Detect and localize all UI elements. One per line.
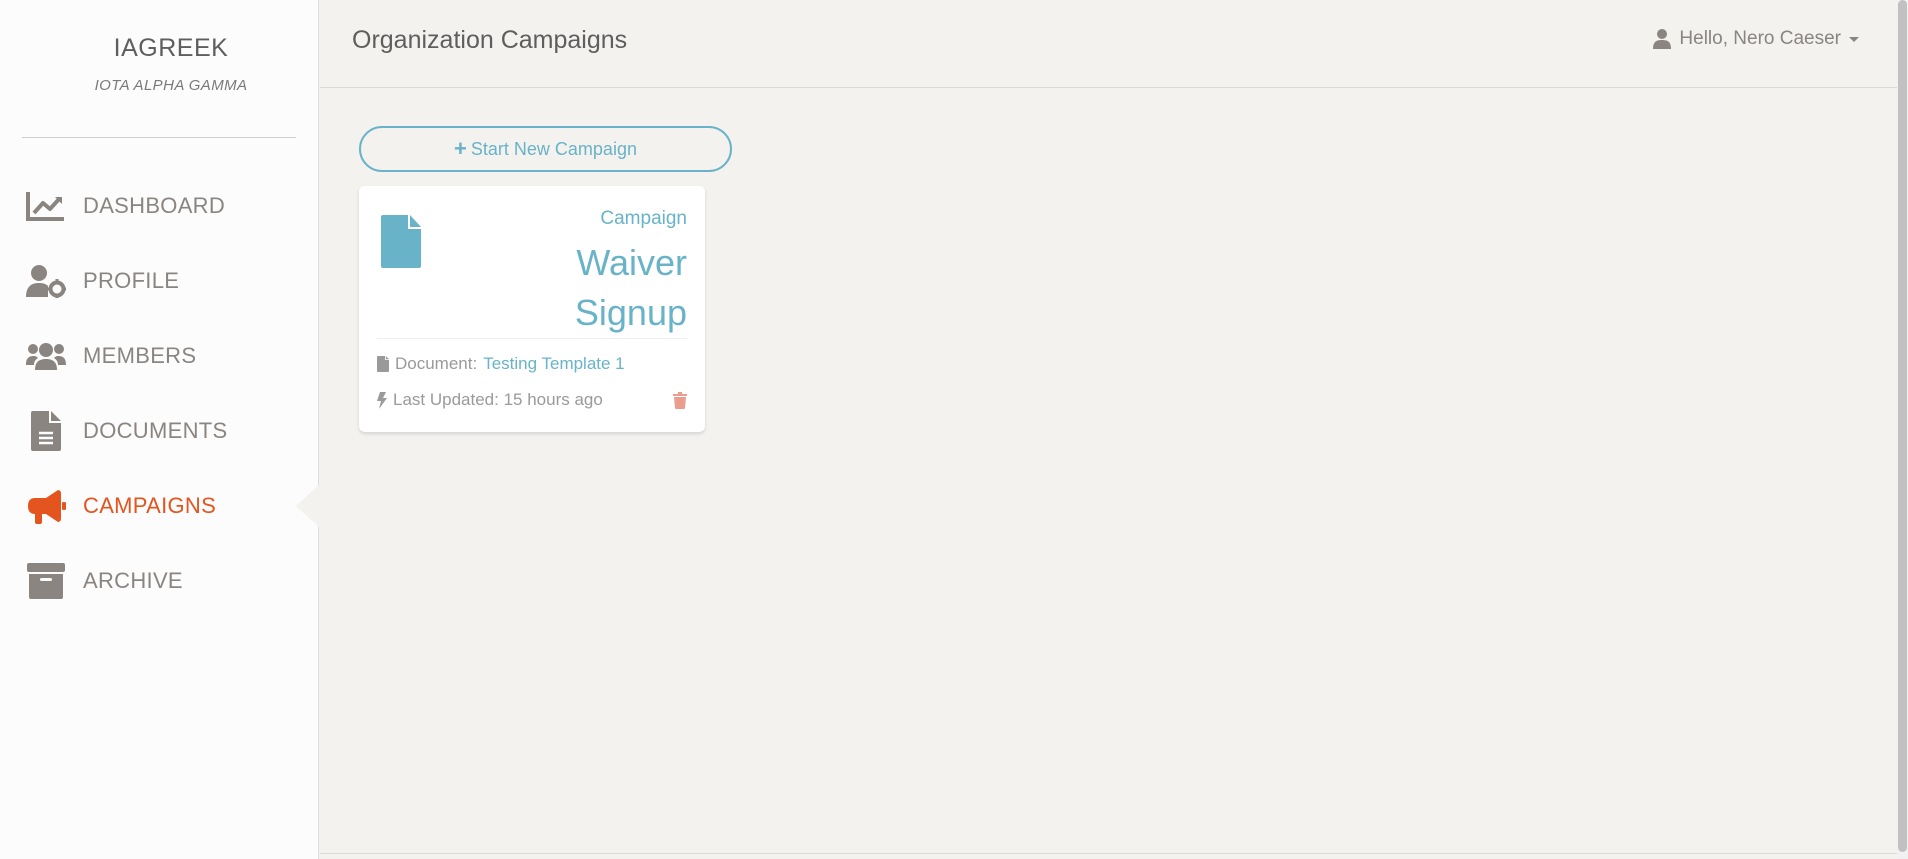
sidebar-item-profile[interactable]: PROFILE [0, 253, 319, 309]
document-icon [26, 411, 66, 451]
campaign-document-row: Document: Testing Template 1 [377, 354, 625, 374]
sidebar-item-label: CAMPAIGNS [83, 493, 217, 518]
document-link[interactable]: Testing Template 1 [483, 354, 624, 374]
sidebar-item-documents[interactable]: DOCUMENTS [0, 403, 319, 459]
brand-subtitle: IOTA ALPHA GAMMA [94, 77, 248, 94]
sidebar-item-archive[interactable]: ARCHIVE [0, 553, 319, 609]
chart-line-icon [26, 186, 66, 226]
file-icon [381, 215, 421, 273]
campaign-card[interactable]: Campaign Waiver Signup Document: Testing… [359, 186, 705, 432]
last-updated-text: Last Updated: 15 hours ago [393, 390, 603, 409]
sidebar-divider [22, 137, 296, 138]
page-scrollbar[interactable] [1897, 0, 1908, 859]
sidebar-item-label: DASHBOARD [83, 193, 226, 218]
sidebar-item-label: ARCHIVE [83, 568, 183, 593]
user-menu-dropdown[interactable]: Hello, Nero Caeser [1653, 28, 1859, 50]
campaign-kicker: Campaign [600, 208, 687, 229]
card-divider [377, 338, 687, 339]
sidebar-item-label: PROFILE [83, 268, 180, 293]
chevron-down-icon [1849, 36, 1859, 42]
sidebar-item-label: DOCUMENTS [83, 418, 228, 443]
scrollbar-thumb[interactable] [1898, 0, 1907, 852]
document-label: Document: [395, 354, 478, 373]
campaign-title[interactable]: Waiver Signup [467, 238, 687, 338]
footer-divider [320, 853, 1897, 854]
start-new-campaign-label: Start New Campaign [470, 138, 637, 159]
sidebar-item-campaigns[interactable]: CAMPAIGNS [0, 478, 320, 534]
megaphone-icon [26, 486, 66, 526]
page-title: Organization Campaigns [352, 26, 628, 54]
user-greeting: Hello, Nero Caeser [1679, 28, 1841, 49]
small-file-icon [377, 356, 389, 372]
bolt-icon [377, 391, 387, 409]
plus-icon: + [454, 136, 467, 161]
sidebar-item-members[interactable]: MEMBERS [0, 328, 319, 384]
sidebar-item-label: MEMBERS [83, 343, 197, 368]
start-new-campaign-button[interactable]: + Start New Campaign [359, 126, 732, 172]
user-gear-icon [26, 261, 66, 301]
sidebar: IAGREEK IOTA ALPHA GAMMA DASHBOARD PROFI… [0, 0, 320, 859]
top-header: Organization Campaigns Hello, Nero Caese… [320, 0, 1897, 88]
active-indicator-caret [296, 484, 320, 528]
users-icon [26, 336, 66, 376]
trash-icon[interactable] [673, 392, 687, 409]
brand: IAGREEK IOTA ALPHA GAMMA [0, 34, 342, 94]
sidebar-item-dashboard[interactable]: DASHBOARD [0, 178, 319, 234]
user-icon [1653, 29, 1672, 49]
campaign-updated-row: Last Updated: 15 hours ago [377, 390, 603, 410]
brand-title: IAGREEK [113, 34, 229, 62]
archive-box-icon [26, 561, 66, 601]
